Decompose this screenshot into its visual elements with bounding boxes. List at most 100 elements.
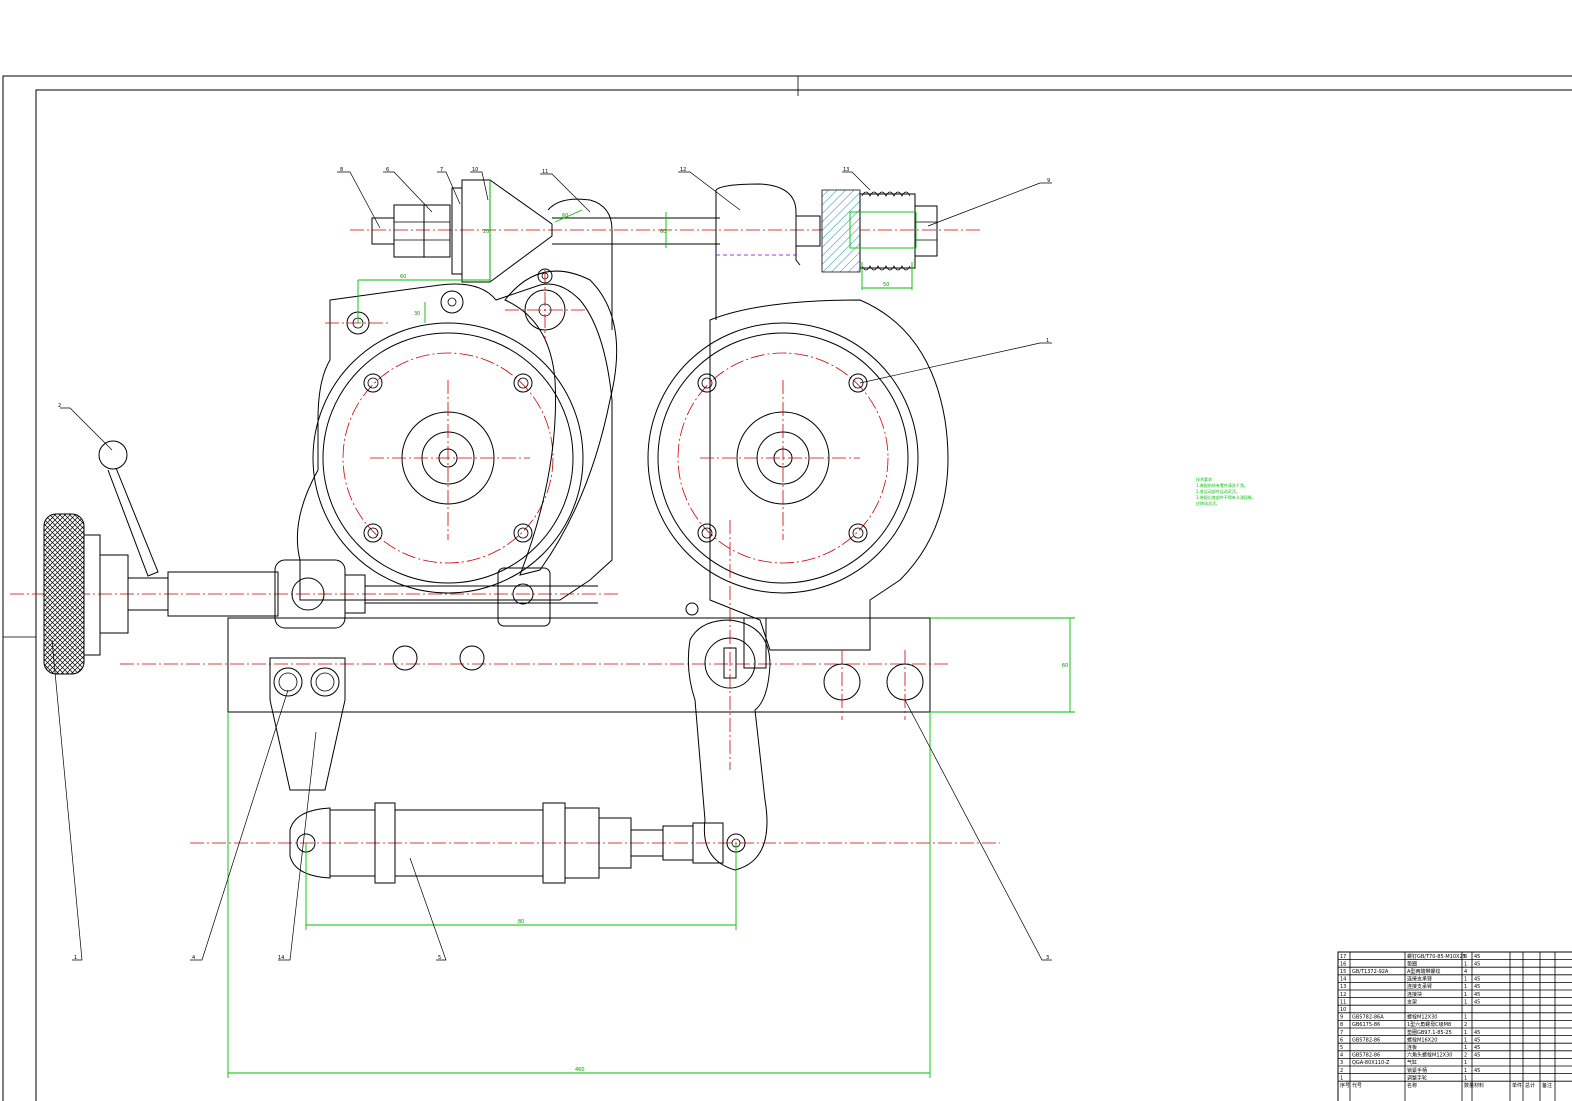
bom-cell-mat: 45 <box>1474 1030 1480 1036</box>
bom-cell-name: 气缸 <box>1407 1059 1417 1066</box>
bom-cell-qty: 1 <box>1464 1075 1467 1081</box>
bom-cell-qty: 2 <box>1464 1053 1467 1059</box>
bom-cell-no: 12 <box>1340 992 1346 998</box>
bom-cell-qty: 1 <box>1464 1030 1467 1036</box>
bom-cell-code: QGA-80X110-Z <box>1352 1060 1390 1066</box>
balloon-10: 10 <box>472 167 478 173</box>
bom-cell-no: 16 <box>1340 961 1346 967</box>
bom-cell-qty: 1 <box>1464 977 1467 983</box>
bom-cell-no: 13 <box>1340 984 1346 990</box>
bom-cell-no: 17 <box>1340 954 1346 960</box>
bom-cell-mat: 45 <box>1474 961 1480 967</box>
bom-header-cell: 数量 <box>1464 1082 1474 1089</box>
bom-cell-qty: 1 <box>1464 999 1467 1005</box>
bom-cell-name: 连板 <box>1407 1044 1417 1051</box>
bom-header-cell: 总计 <box>1525 1082 1535 1089</box>
bom-cell-mat: 45 <box>1474 1045 1480 1051</box>
bom-cell-mat: 45 <box>1474 992 1480 998</box>
dimensions <box>227 180 1075 1078</box>
dim-cylinder-span: 80 <box>518 919 524 925</box>
balloon-7: 7 <box>440 167 443 173</box>
spring-coils <box>861 191 911 271</box>
bom-cell-name: 支架 <box>1407 998 1417 1005</box>
bom-cell-no: 11 <box>1340 999 1346 1005</box>
bom-cell-no: 7 <box>1340 1030 1343 1036</box>
balloon-8: 8 <box>340 167 343 173</box>
cad-drawing-viewport: 8 6 7 10 11 12 13 9 2 1 1 4 14 5 3 460 8… <box>0 0 1572 1101</box>
dim-beam-height: 60 <box>1062 663 1068 669</box>
dimension-texts: 460 80 60 60 20 30 50 60 60 <box>400 213 1068 1073</box>
bom-header-cell: 单件 <box>1512 1082 1522 1089</box>
bom-header-cell: 备注 <box>1542 1082 1552 1089</box>
bom-header-cell: 名称 <box>1407 1082 1417 1089</box>
sheet-frame <box>2 75 1572 1101</box>
bom-cell-name: 调整手轮 <box>1407 1074 1427 1081</box>
bom-cell-name: 1型六角螺母C级M8 <box>1407 1021 1451 1028</box>
bom-cell-no: 2 <box>1340 1068 1343 1074</box>
bom-cell-mat: 45 <box>1474 1068 1480 1074</box>
bom-cell-qty: 4 <box>1464 969 1467 975</box>
bom-cell-no: 4 <box>1340 1053 1343 1059</box>
balloon-11: 11 <box>542 169 548 175</box>
bom-cell-mat: 45 <box>1474 1037 1480 1043</box>
bom-cell-qty: 6 <box>1464 954 1467 960</box>
base-beam <box>120 617 950 791</box>
balloon-labels: 8 6 7 10 11 12 13 9 2 1 1 4 14 5 3 <box>58 167 1050 961</box>
bom-table: 17 螺钉GB/T70-85-M10X256 4516 垫圈 1 4515 GB/T1372… <box>1337 951 1572 1101</box>
notes-line-3: 3.装配后各部件不得有卡滞现象， <box>1196 494 1256 500</box>
bom-cell-no: 5 <box>1340 1045 1343 1051</box>
bom-cell-code: GB6175-86 <box>1352 1022 1380 1028</box>
bom-cell-no: 14 <box>1340 977 1346 983</box>
bom-header-cell: 代号 <box>1352 1082 1362 1089</box>
air-cylinder <box>190 802 1000 884</box>
notes-line-2: 2.各运动部件运动灵活。 <box>1196 488 1240 494</box>
bom-cell-code: GB5782-86 <box>1352 1037 1380 1043</box>
bom-cell-qty: 1 <box>1464 1037 1467 1043</box>
balloon-2: 2 <box>58 403 61 409</box>
bom-cell-code: GB5782-86 <box>1352 1053 1380 1059</box>
left-gear-frame <box>296 268 618 601</box>
bom-cell-no: 8 <box>1340 1022 1343 1028</box>
bom-cell-no: 3 <box>1340 1060 1343 1066</box>
bom-cell-name: 锁紧手柄 <box>1407 1067 1427 1074</box>
balloon-5: 5 <box>438 955 441 961</box>
bom-cell-no: 1 <box>1340 1075 1343 1081</box>
balloon-13: 13 <box>843 167 849 173</box>
bom-cell-no: 15 <box>1340 969 1346 975</box>
dim-cone: 60 <box>562 213 568 219</box>
bom-cell-name: 螺栓M16X20 <box>1407 1036 1437 1043</box>
balloon-4: 4 <box>192 955 195 961</box>
bom-header-cell: 材料 <box>1474 1082 1484 1089</box>
notes-line-1: 1.装配前所有零件清洗干净。 <box>1196 482 1248 488</box>
bom-cell-qty: 1 <box>1464 992 1467 998</box>
bom-cell-no: 6 <box>1340 1037 1343 1043</box>
technical-notes: 技术要求 1.装配前所有零件清洗干净。 2.各运动部件运动灵活。 3.装配后各部… <box>1196 476 1256 506</box>
bom-header-cell: 序号 <box>1340 1082 1350 1089</box>
bom-cell-name: 连接支承臂 <box>1407 983 1432 990</box>
bom-cell-name: 连接块 <box>1407 991 1422 998</box>
top-shaft-assembly <box>350 179 980 330</box>
dim-spring-length: 50 <box>883 282 889 288</box>
bom-cell-name: 垫圈GB97.1-85-25 <box>1407 1029 1452 1036</box>
bom-cell-qty: 1 <box>1464 1068 1467 1074</box>
bom-cell-name: 螺钉GB/T70-85-M10X25 <box>1407 953 1466 960</box>
bom-cell-mat: 45 <box>1474 1053 1480 1059</box>
bom-cell-code: GB5782-86A <box>1352 1015 1384 1021</box>
dim-overall-width: 460 <box>575 1067 585 1073</box>
bom-cell-name: 六角头螺栓M12X30 <box>1407 1052 1452 1059</box>
bom-cell-name: 连接支承臂 <box>1407 976 1432 983</box>
bom-cell-name: 螺栓M12X30 <box>1407 1014 1437 1021</box>
dim-bracket-width: 60 <box>400 274 406 280</box>
notes-line-4: 应转动灵活。 <box>1196 500 1220 506</box>
balloon-3: 3 <box>1046 955 1049 961</box>
bom-cell-mat: 45 <box>1474 999 1480 1005</box>
leader-lines <box>51 171 1052 961</box>
bom-cell-mat: 45 <box>1474 984 1480 990</box>
bom-cell-code: GB/T1372-92A <box>1352 969 1389 975</box>
bom-cell-mat: 45 <box>1474 977 1480 983</box>
bom-cell-name: 垫圈 <box>1407 960 1417 967</box>
dim-hole-offset: 30 <box>414 311 420 317</box>
balloon-12: 12 <box>680 167 686 173</box>
bom-cell-no: 9 <box>1340 1015 1343 1021</box>
balloon-9: 9 <box>1047 178 1050 184</box>
